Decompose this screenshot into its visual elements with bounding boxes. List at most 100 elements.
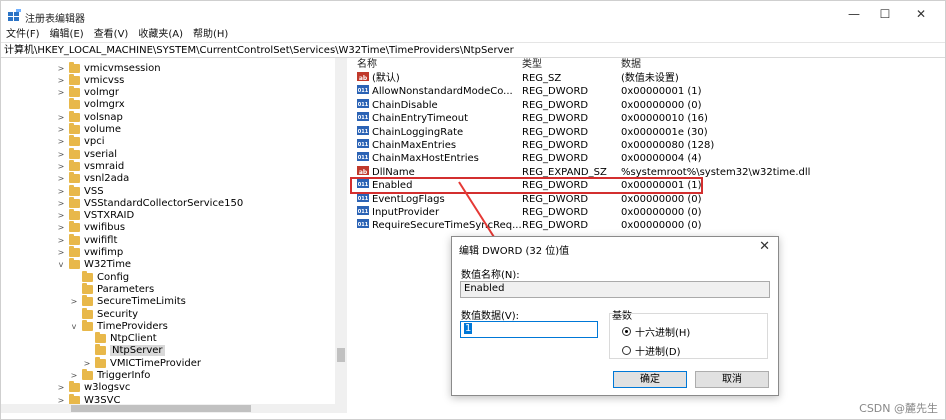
tree-item-label: volume — [84, 124, 122, 135]
menu-help[interactable]: 帮助(H) — [188, 28, 233, 42]
value-row[interactable]: 011 ChainEntryTimeout REG_DWORD 0x00000010 … — [353, 112, 945, 125]
cancel-button[interactable]: 取消 — [695, 371, 769, 388]
folder-icon — [69, 233, 80, 245]
tree-horizontal-scrollbar[interactable] — [1, 404, 335, 413]
address-bar[interactable]: 计算机\HKEY_LOCAL_MACHINE\SYSTEM\CurrentCon… — [1, 42, 945, 58]
expand-chevron-icon[interactable]: > — [57, 211, 65, 220]
tree-item[interactable]: > volsnap — [57, 110, 123, 123]
value-type: REG_DWORD — [522, 126, 589, 138]
value-data: 0x00000004 (4) — [621, 153, 702, 165]
folder-icon — [82, 319, 93, 331]
value-row[interactable]: 011 InputProvider REG_DWORD 0x00000000 (0) — [353, 206, 945, 219]
tree-item-label: NtpServer — [110, 345, 165, 357]
tree-item[interactable]: > w3logsvc — [57, 381, 131, 394]
expand-chevron-icon[interactable]: > — [57, 248, 65, 257]
tree-item[interactable]: v TimeProviders — [70, 319, 168, 332]
tree-item[interactable]: > vwifibus — [57, 221, 125, 234]
expand-chevron-icon[interactable]: > — [57, 199, 65, 208]
expand-chevron-icon[interactable]: > — [57, 64, 65, 73]
value-row[interactable]: 011 RequireSecureTimeSyncReq... REG_DWORD 0… — [353, 219, 945, 232]
value-row[interactable]: 011 AllowNonstandardModeCo... REG_DWORD 0x0… — [353, 85, 945, 98]
value-data: (数值未设置) — [621, 73, 679, 84]
value-row[interactable]: 011 EventLogFlags REG_DWORD 0x00000000 (0) — [353, 192, 945, 206]
tree-item[interactable]: Config — [70, 270, 130, 283]
tree-item[interactable]: > volmgr — [57, 86, 119, 99]
tree-item[interactable]: NtpClient — [83, 332, 157, 345]
expand-chevron-icon[interactable]: > — [70, 371, 78, 380]
value-name: ChainEntryTimeout — [372, 113, 469, 125]
tree-item[interactable]: Security — [70, 307, 138, 320]
menu-file[interactable]: 文件(F) — [1, 28, 45, 42]
tree-item[interactable]: > VSS — [57, 184, 104, 197]
expand-chevron-icon[interactable]: > — [57, 137, 65, 146]
tree-item[interactable]: > vpci — [57, 135, 105, 148]
menu-favorites[interactable]: 收藏夹(A) — [133, 28, 188, 42]
expand-chevron-icon[interactable]: > — [57, 383, 65, 392]
minimize-button[interactable]: — — [839, 5, 869, 23]
tree-item[interactable]: Parameters — [70, 282, 154, 295]
value-row[interactable]: 011 ChainDisable REG_DWORD 0x00000000 (0) — [353, 98, 945, 112]
tree-item[interactable]: > vsmraid — [57, 159, 124, 172]
collapse-chevron-icon[interactable]: v — [70, 322, 78, 331]
binary-value-icon: 011 — [357, 139, 369, 148]
tree-item[interactable]: > vserial — [57, 147, 118, 160]
menu-edit[interactable]: 编辑(E) — [45, 28, 89, 42]
ok-button[interactable]: 确定 — [613, 371, 687, 388]
column-header-data[interactable]: 数据 — [621, 58, 641, 72]
tree-item-label: vwifimp — [84, 247, 124, 258]
folder-icon — [69, 196, 80, 208]
value-row[interactable]: 011 ChainMaxEntries REG_DWORD 0x00000080 (1… — [353, 139, 945, 152]
value-data-input[interactable]: 1 — [460, 321, 598, 338]
tree-item[interactable]: > volume — [57, 123, 122, 136]
scroll-thumb[interactable] — [71, 405, 251, 412]
tree-item-label: Config — [97, 271, 130, 283]
expand-chevron-icon[interactable]: > — [70, 297, 78, 306]
binary-value-icon: 011 — [357, 152, 369, 162]
hex-radio[interactable]: 十六进制(H) — [622, 324, 690, 339]
close-button[interactable]: ✕ — [906, 5, 936, 23]
tree-vertical-scrollbar[interactable] — [335, 58, 347, 413]
expand-chevron-icon[interactable]: > — [57, 236, 65, 245]
value-row[interactable]: 011 ChainLoggingRate REG_DWORD 0x0000001e (… — [353, 125, 945, 139]
expand-chevron-icon[interactable]: > — [57, 187, 65, 196]
expand-chevron-icon[interactable]: > — [57, 162, 65, 171]
expand-chevron-icon[interactable]: > — [57, 113, 65, 122]
menu-view[interactable]: 查看(V) — [89, 28, 134, 42]
tree-item[interactable]: > SecureTimeLimits — [70, 295, 186, 308]
tree-item[interactable]: > VSTXRAID — [57, 209, 134, 222]
tree-item[interactable]: > TriggerInfo — [70, 369, 150, 382]
value-row[interactable]: 011 ChainMaxHostEntries REG_DWORD 0x0000000… — [353, 152, 945, 165]
column-header-type[interactable]: 类型 — [522, 58, 542, 72]
tree-item[interactable]: > vwifimp — [57, 246, 124, 259]
tree-item-label: vserial — [84, 148, 118, 160]
tree-item[interactable]: > VSStandardCollectorService150 — [57, 196, 244, 209]
tree-item[interactable]: > vmicvss — [57, 73, 124, 86]
string-value-icon: ab — [357, 72, 369, 82]
tree-item-label: VSStandardCollectorService150 — [84, 197, 244, 209]
dialog-close-icon[interactable]: ✕ — [759, 239, 770, 254]
binary-value-icon: 011 — [357, 206, 369, 215]
tree-item[interactable]: volmgrx — [57, 98, 125, 111]
expand-chevron-icon[interactable]: > — [83, 359, 91, 368]
tree-item-label: w3logsvc — [84, 382, 131, 394]
dec-radio[interactable]: 十进制(D) — [622, 343, 681, 358]
tree-item[interactable]: > vmicvmsession — [57, 61, 161, 74]
value-row[interactable]: ab (默认) REG_SZ (数值未设置) — [353, 72, 945, 85]
scroll-thumb[interactable] — [337, 348, 345, 362]
maximize-button[interactable]: ☐ — [870, 5, 900, 23]
folder-icon — [69, 73, 80, 85]
expand-chevron-icon[interactable]: > — [57, 174, 65, 183]
expand-chevron-icon[interactable]: > — [57, 125, 65, 134]
tree-item[interactable]: > vsnl2ada — [57, 172, 129, 185]
column-header-name[interactable]: 名称 — [357, 58, 377, 72]
tree-item[interactable]: NtpServer — [83, 344, 165, 357]
tree-item[interactable]: > vwififlt — [57, 233, 117, 246]
expand-chevron-icon[interactable]: > — [57, 88, 65, 97]
tree-item[interactable]: > VMICTimeProvider — [83, 356, 201, 369]
expand-chevron-icon[interactable]: > — [57, 223, 65, 232]
tree-item[interactable]: v W32Time — [57, 258, 131, 271]
expand-chevron-icon[interactable]: > — [57, 150, 65, 159]
folder-icon — [69, 147, 80, 159]
expand-chevron-icon[interactable]: > — [57, 76, 65, 85]
collapse-chevron-icon[interactable]: v — [57, 260, 65, 269]
